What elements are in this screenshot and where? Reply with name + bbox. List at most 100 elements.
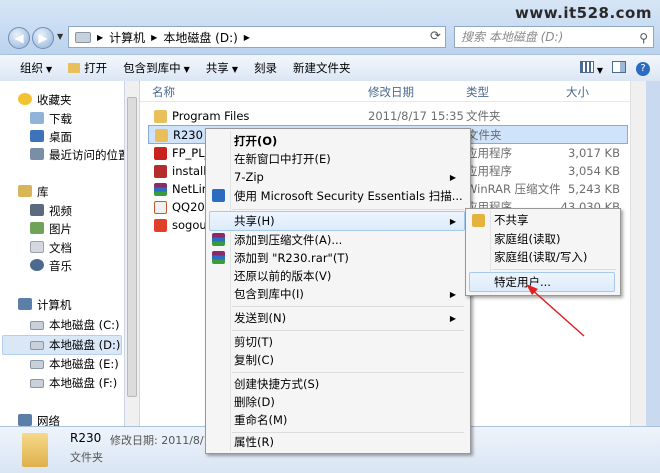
include-in-library-button[interactable]: 包含到库中 ▼	[115, 60, 198, 76]
menu-item-rename[interactable]: 重命名(M)	[234, 411, 287, 430]
burn-button[interactable]: 刻录	[246, 60, 285, 76]
submenu-item-homegroup-read[interactable]: 家庭组(读取)	[494, 230, 560, 249]
help-icon: ?	[636, 62, 650, 76]
nav-videos[interactable]: 视频	[30, 202, 72, 220]
menu-item-7zip[interactable]: 7-Zip ▶	[234, 168, 464, 187]
nav-libraries[interactable]: 库	[18, 183, 49, 201]
menu-label: 发送到(N)	[234, 311, 287, 325]
chevron-down-icon: ▼	[183, 65, 190, 74]
help-button[interactable]: ?	[632, 60, 660, 76]
nav-drive-e[interactable]: 本地磁盘 (E:)	[30, 355, 119, 373]
submenu-item-homegroup-readwrite[interactable]: 家庭组(读取/写入)	[494, 248, 587, 267]
menu-item-cut[interactable]: 剪切(T)	[234, 333, 273, 352]
nav-drive-d[interactable]: 本地磁盘 (D:)	[30, 336, 120, 354]
nav-desktop[interactable]: 桌面	[30, 128, 72, 146]
desktop-icon	[30, 130, 44, 142]
submenu-arrow-icon: ▶	[449, 173, 456, 182]
menu-item-copy[interactable]: 复制(C)	[234, 351, 274, 370]
watermark: www.it528.com	[515, 4, 652, 22]
downloads-icon	[30, 112, 44, 124]
nav-recent-places[interactable]: 最近访问的位置	[30, 146, 124, 164]
menu-separator	[232, 372, 464, 373]
menu-item-create-shortcut[interactable]: 创建快捷方式(S)	[234, 375, 319, 394]
file-list-scrollbar[interactable]	[630, 81, 647, 426]
forward-button[interactable]: ▶	[32, 27, 54, 49]
menu-item-mse-scan[interactable]: 使用 Microsoft Security Essentials 扫描...	[234, 187, 463, 206]
menu-item-send-to[interactable]: 发送到(N) ▶	[234, 309, 464, 328]
nav-network[interactable]: 网络	[18, 412, 60, 426]
nav-drive-e-label: 本地磁盘 (E:)	[49, 357, 119, 371]
column-header-size[interactable]: 大小	[566, 84, 589, 100]
column-header-type[interactable]: 类型	[466, 84, 489, 100]
file-size: 3,054 KB	[567, 164, 620, 178]
menu-item-add-archive[interactable]: 添加到压缩文件(A)...	[234, 231, 342, 250]
nav-music[interactable]: 音乐	[30, 257, 72, 275]
nav-documents[interactable]: 文档	[30, 239, 72, 257]
view-options-button[interactable]: ▼	[577, 60, 606, 76]
nav-drive-d-label: 本地磁盘 (D:)	[49, 338, 121, 352]
annotation-arrow	[526, 284, 585, 337]
back-button[interactable]: ◀	[8, 27, 30, 49]
file-type: 应用程序	[466, 146, 512, 160]
recent-places-icon	[30, 148, 44, 160]
chevron-down-icon: ▼	[46, 65, 53, 74]
computer-icon	[18, 298, 32, 310]
refresh-icon[interactable]: ⟳	[430, 29, 441, 44]
menu-label: 7-Zip	[234, 170, 264, 184]
menu-label: 添加到 "R230.rar"(T)	[234, 251, 349, 265]
new-folder-button[interactable]: 新建文件夹	[285, 60, 359, 76]
nav-drive-c[interactable]: 本地磁盘 (C:)	[30, 316, 120, 334]
drive-icon	[30, 341, 44, 350]
nav-drive-f[interactable]: 本地磁盘 (F:)	[30, 374, 117, 392]
forward-arrow-icon: ▶	[38, 31, 48, 45]
menu-label: 在新窗口中打开(E)	[234, 152, 331, 166]
breadcrumb-computer[interactable]: 计算机	[109, 29, 145, 46]
nav-downloads[interactable]: 下载	[30, 110, 72, 128]
menu-separator	[232, 306, 464, 307]
nav-pictures[interactable]: 图片	[30, 220, 72, 238]
pdf-app-icon	[154, 147, 167, 160]
organize-button[interactable]: 组织 ▼	[12, 60, 60, 76]
folder-open-icon	[68, 63, 81, 73]
menu-item-properties[interactable]: 属性(R)	[234, 433, 274, 452]
open-button[interactable]: 打开	[60, 60, 115, 76]
nav-scrollbar-thumb[interactable]	[127, 97, 137, 397]
menu-label: 添加到压缩文件(A)...	[234, 233, 343, 247]
address-bar[interactable]: ▶ 计算机 ▶ 本地磁盘 (D:) ▶	[68, 26, 446, 48]
column-header-date[interactable]: 修改日期	[368, 84, 414, 100]
column-header-name[interactable]: 名称	[152, 84, 175, 100]
preview-pane-button[interactable]	[606, 60, 632, 76]
file-size: 3,017 KB	[567, 146, 620, 160]
search-input[interactable]: 搜索 本地磁盘 (D:) ⚲	[454, 26, 654, 48]
nav-favorites[interactable]: 收藏夹	[18, 91, 72, 109]
menu-item-include-library[interactable]: 包含到库中(I) ▶	[234, 285, 464, 304]
menu-item-share[interactable]: 共享(H) ▶	[234, 212, 464, 231]
winrar-icon	[212, 233, 225, 246]
file-type: 应用程序	[466, 164, 512, 178]
menu-item-open-new-window[interactable]: 在新窗口中打开(E)	[234, 150, 331, 169]
menu-item-restore-previous[interactable]: 还原以前的版本(V)	[234, 267, 331, 286]
menu-item-delete[interactable]: 删除(D)	[234, 393, 275, 412]
submenu-item-nobody[interactable]: 不共享	[494, 211, 529, 230]
share-button[interactable]: 共享 ▼	[198, 60, 246, 76]
column-headers: 名称 修改日期 类型 大小	[140, 81, 630, 102]
sogou-app-icon	[154, 219, 167, 232]
nav-favorites-label: 收藏夹	[37, 93, 72, 107]
menu-label: 使用 Microsoft Security Essentials 扫描...	[234, 189, 463, 203]
nav-drive-c-label: 本地磁盘 (C:)	[49, 318, 120, 332]
nav-scrollbar[interactable]	[125, 81, 139, 426]
file-row[interactable]: Program Files 2011/8/17 15:35 文件夹	[148, 107, 628, 126]
menu-item-add-r230-rar[interactable]: 添加到 "R230.rar"(T)	[234, 249, 349, 268]
winrar-archive-icon	[154, 183, 167, 196]
menu-item-open[interactable]: 打开(O)	[234, 132, 277, 151]
recent-pages-chevron-icon[interactable]: ▼	[57, 32, 63, 41]
folder-large-icon	[22, 433, 48, 467]
lock-icon	[472, 214, 485, 227]
organize-label: 组织	[20, 61, 43, 75]
video-icon	[30, 204, 44, 216]
folder-icon	[154, 110, 167, 123]
chevron-down-icon: ▼	[231, 65, 238, 74]
nav-computer[interactable]: 计算机	[18, 296, 72, 314]
breadcrumb-drive-d[interactable]: 本地磁盘 (D:)	[163, 29, 237, 46]
submenu-arrow-icon: ▶	[449, 290, 456, 299]
